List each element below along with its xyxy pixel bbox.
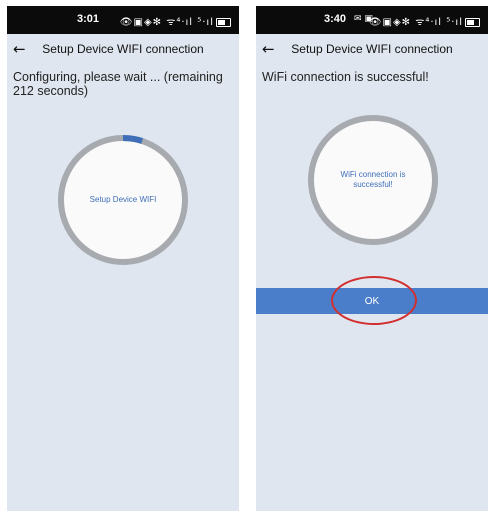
status-message: WiFi connection is successful! xyxy=(262,70,429,84)
status-message: Configuring, please wait ... (remaining … xyxy=(13,70,223,98)
nav-bar: ← Setup Device WIFI connection xyxy=(256,34,488,64)
red-highlight-circle xyxy=(331,276,417,325)
battery-icon xyxy=(216,17,231,27)
status-icons: 👁▣◈✻ ᯤ⁴·ıl ⁵·ıl xyxy=(369,14,480,28)
success-ring: WiFi connection is successful! xyxy=(308,115,438,245)
status-time: 3:40 xyxy=(324,13,347,25)
signal-icons: 👁▣◈✻ ᯤ⁴·ıl ⁵·ıl xyxy=(119,17,214,28)
signal-icons: 👁▣◈✻ ᯤ⁴·ıl ⁵·ıl xyxy=(368,17,463,28)
phone-screen-success: 3:40 ✉ ▣ 👁▣◈✻ ᯤ⁴·ıl ⁵·ıl ← Setup Device … xyxy=(256,6,488,511)
battery-icon xyxy=(465,17,480,27)
progress-ring: Setup Device WIFI xyxy=(58,135,188,265)
page-title: Setup Device WIFI connection xyxy=(42,42,204,56)
phone-screen-configuring: 3:01 👁▣◈✻ ᯤ⁴·ıl ⁵·ıl ← Setup Device WIFI… xyxy=(7,6,239,511)
status-bar: 3:01 👁▣◈✻ ᯤ⁴·ıl ⁵·ıl xyxy=(7,6,239,34)
nav-bar: ← Setup Device WIFI connection xyxy=(7,34,239,64)
ring-label: Setup Device WIFI xyxy=(89,195,157,204)
ring-label: WiFi connection is successful! xyxy=(340,170,406,189)
page-title: Setup Device WIFI connection xyxy=(291,42,453,56)
status-icons: 👁▣◈✻ ᯤ⁴·ıl ⁵·ıl xyxy=(120,14,231,28)
status-time: 3:01 xyxy=(77,13,100,25)
status-bar: 3:40 ✉ ▣ 👁▣◈✻ ᯤ⁴·ıl ⁵·ıl xyxy=(256,6,488,34)
